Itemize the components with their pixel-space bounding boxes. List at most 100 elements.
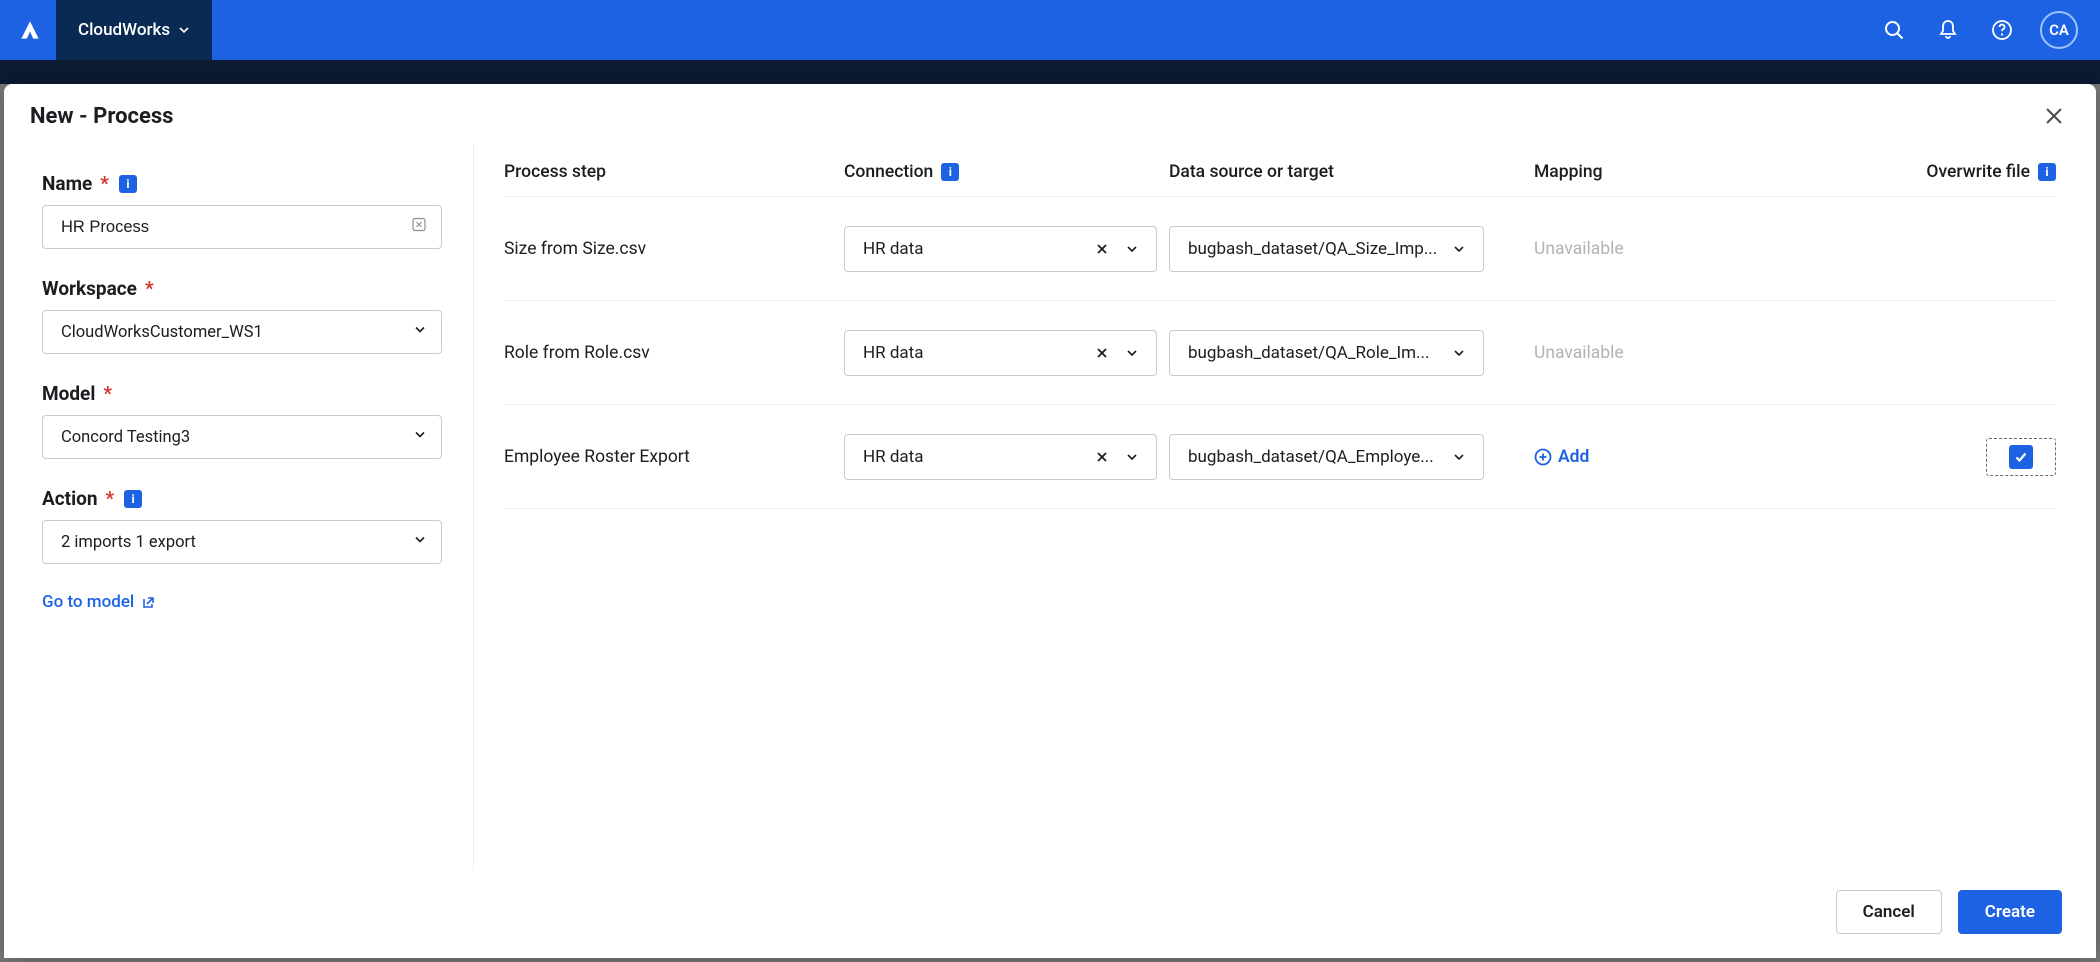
brand-label: CloudWorks <box>78 20 170 40</box>
close-button[interactable] <box>2038 100 2070 132</box>
overwrite-cell <box>1884 438 2056 476</box>
mapping-cell: Unavailable <box>1534 343 1884 363</box>
brand-dropdown[interactable]: CloudWorks <box>56 0 212 60</box>
form-sidebar: Name* i Workspace* CloudW <box>4 144 474 870</box>
mapping-cell: Unavailable <box>1534 239 1884 259</box>
modal-body: Name* i Workspace* CloudW <box>4 144 2096 870</box>
info-icon[interactable]: i <box>2038 163 2056 181</box>
close-icon <box>1095 242 1109 256</box>
name-field-group: Name* i <box>42 172 443 249</box>
close-icon <box>2043 105 2065 127</box>
datasource-select[interactable]: bugbash_dataset/QA_Role_Im... <box>1169 330 1484 376</box>
datasource-cell: bugbash_dataset/QA_Role_Im... <box>1169 330 1534 376</box>
chevron-down-icon <box>1452 346 1466 360</box>
action-label: Action* i <box>42 487 142 510</box>
model-select[interactable]: Concord Testing3 <box>42 415 442 459</box>
cancel-button[interactable]: Cancel <box>1836 890 1942 934</box>
datasource-dropdown-button[interactable] <box>1447 445 1471 469</box>
info-icon[interactable]: i <box>124 490 142 508</box>
name-label: Name* i <box>42 172 137 195</box>
modal-title: New - Process <box>30 104 173 129</box>
mapping-cell: Add <box>1534 447 1884 467</box>
chevron-down-icon <box>1452 242 1466 256</box>
modal-footer: Cancel Create <box>4 870 2096 958</box>
name-input[interactable] <box>61 206 401 248</box>
connection-cell: HR data <box>844 226 1169 272</box>
datasource-cell: bugbash_dataset/QA_Employe... <box>1169 434 1534 480</box>
search-button[interactable] <box>1878 14 1910 46</box>
chevron-down-icon <box>413 323 427 342</box>
bell-icon <box>1936 18 1960 42</box>
close-icon <box>1095 346 1109 360</box>
th-datasource: Data source or target <box>1169 162 1534 182</box>
action-value: 2 imports 1 export <box>61 533 196 552</box>
step-name: Role from Role.csv <box>504 343 844 363</box>
overwrite-checkbox-focus <box>1986 438 2056 476</box>
datasource-cell: bugbash_dataset/QA_Size_Imp... <box>1169 226 1534 272</box>
connection-cell: HR data <box>844 434 1169 480</box>
help-button[interactable] <box>1986 14 2018 46</box>
model-label: Model* <box>42 382 112 405</box>
th-connection: Connection i <box>844 162 1169 182</box>
chevron-down-icon <box>1125 346 1139 360</box>
table-row: Size from Size.csv HR data bugbash_datas… <box>504 197 2056 301</box>
connection-select[interactable]: HR data <box>844 330 1157 376</box>
chevron-down-icon <box>1125 450 1139 464</box>
clear-connection-button[interactable] <box>1090 445 1114 469</box>
chevron-down-icon <box>413 533 427 552</box>
datasource-value: bugbash_dataset/QA_Role_Im... <box>1188 343 1447 363</box>
overwrite-checkbox[interactable] <box>2009 445 2033 469</box>
th-overwrite: Overwrite file i <box>1884 162 2056 182</box>
new-process-modal: New - Process Name* i <box>4 84 2096 958</box>
app-logo-icon <box>12 12 48 48</box>
user-avatar[interactable]: CA <box>2040 11 2078 49</box>
mapping-unavailable: Unavailable <box>1534 343 1624 363</box>
external-link-icon <box>140 595 155 610</box>
clear-connection-button[interactable] <box>1090 237 1114 261</box>
th-mapping: Mapping <box>1534 162 1884 182</box>
datasource-select[interactable]: bugbash_dataset/QA_Size_Imp... <box>1169 226 1484 272</box>
datasource-value: bugbash_dataset/QA_Employe... <box>1188 447 1447 467</box>
check-icon <box>2013 449 2029 465</box>
notifications-button[interactable] <box>1932 14 1964 46</box>
chevron-down-icon <box>178 24 190 36</box>
table-header: Process step Connection i Data source or… <box>504 162 2056 197</box>
modal-header: New - Process <box>4 84 2096 144</box>
info-icon[interactable]: i <box>119 175 137 193</box>
avatar-initials: CA <box>2049 21 2069 39</box>
connection-cell: HR data <box>844 330 1169 376</box>
info-icon[interactable]: i <box>941 163 959 181</box>
connection-select[interactable]: HR data <box>844 226 1157 272</box>
workspace-select[interactable]: CloudWorksCustomer_WS1 <box>42 310 442 354</box>
connection-value: HR data <box>863 447 1090 467</box>
connection-dropdown-button[interactable] <box>1120 237 1144 261</box>
chevron-down-icon <box>1125 242 1139 256</box>
table-row: Role from Role.csv HR data bugbash_datas… <box>504 301 2056 405</box>
connection-value: HR data <box>863 343 1090 363</box>
action-select[interactable]: 2 imports 1 export <box>42 520 442 564</box>
connection-dropdown-button[interactable] <box>1120 341 1144 365</box>
mapping-unavailable: Unavailable <box>1534 239 1624 259</box>
clear-name-icon[interactable] <box>411 217 427 238</box>
go-to-model-link[interactable]: Go to model <box>42 592 155 612</box>
workspace-field-group: Workspace* CloudWorksCustomer_WS1 <box>42 277 443 354</box>
add-mapping-link[interactable]: Add <box>1534 447 1589 467</box>
clear-connection-button[interactable] <box>1090 341 1114 365</box>
workspace-label: Workspace* <box>42 277 154 300</box>
connection-dropdown-button[interactable] <box>1120 445 1144 469</box>
table-row: Employee Roster Export HR data bugbash_d… <box>504 405 2056 509</box>
model-field-group: Model* Concord Testing3 <box>42 382 443 459</box>
datasource-select[interactable]: bugbash_dataset/QA_Employe... <box>1169 434 1484 480</box>
datasource-dropdown-button[interactable] <box>1447 237 1471 261</box>
model-value: Concord Testing3 <box>61 428 190 447</box>
chevron-down-icon <box>413 428 427 447</box>
connection-select[interactable]: HR data <box>844 434 1157 480</box>
chevron-down-icon <box>1452 450 1466 464</box>
help-icon <box>1990 18 2014 42</box>
datasource-dropdown-button[interactable] <box>1447 341 1471 365</box>
name-input-wrapper <box>42 205 442 249</box>
step-name: Employee Roster Export <box>504 447 844 467</box>
header-strip <box>0 60 2100 84</box>
create-button[interactable]: Create <box>1958 890 2062 934</box>
add-circle-icon <box>1534 448 1552 466</box>
